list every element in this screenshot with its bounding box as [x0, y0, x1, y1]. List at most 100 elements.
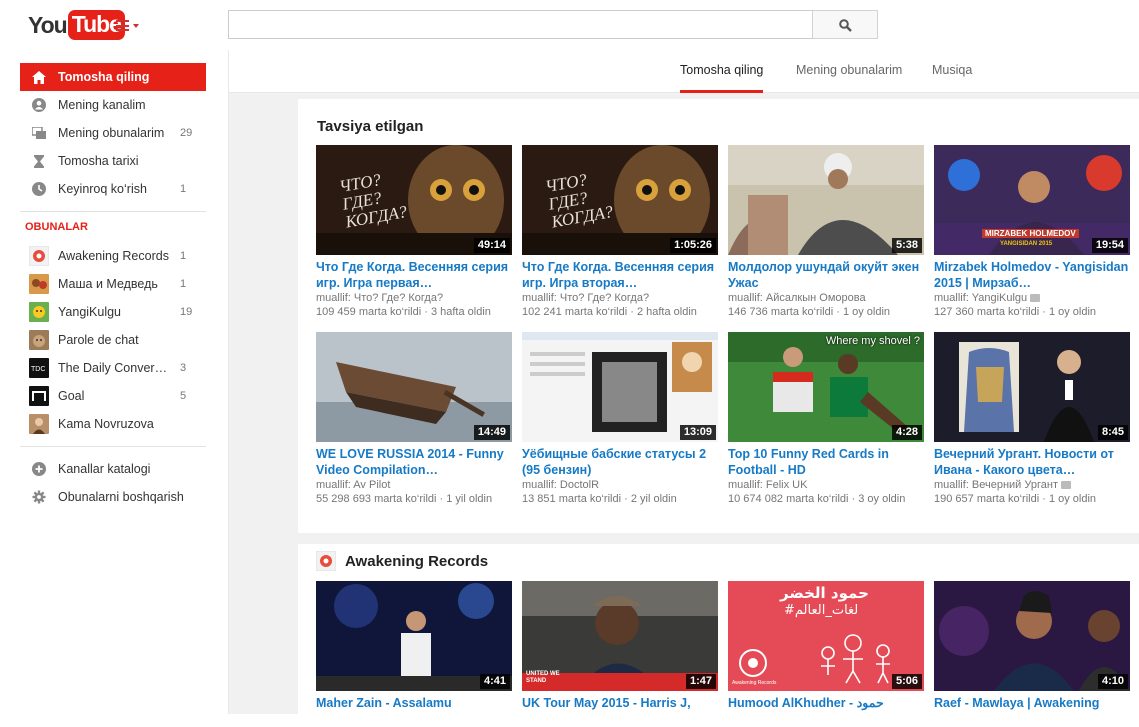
sidebar-divider [20, 446, 206, 447]
shelf-title[interactable]: Awakening Records [345, 553, 488, 570]
video-thumbnail[interactable]: MIRZABEK HOLMEDOV YANGISIDAN 2015 19:54 [934, 145, 1130, 255]
tab-music[interactable]: Musiqa [932, 63, 972, 93]
video-title-link[interactable]: Raef - Mawlaya | Awakening [934, 695, 1130, 727]
video-age: 1 oy oldin [1048, 306, 1097, 318]
sidebar-item-count: 1 [180, 183, 187, 195]
video-author[interactable]: muallif: Что? Где? Когда? [522, 291, 718, 305]
sidebar-item-my-channel[interactable]: Mening kanalim [20, 91, 206, 119]
video-title-link[interactable]: WE LOVE RUSSIA 2014 - Funny Video Compil… [316, 446, 512, 478]
sidebar-item-label: Kanallar katalogi [58, 462, 151, 476]
sidebar-channel-parole[interactable]: Parole de chat [20, 326, 206, 354]
video-views: 109 459 marta ko‘rildi [316, 306, 422, 318]
sidebar-channel-awakening[interactable]: Awakening Records 1 [20, 242, 206, 270]
video-duration: 19:54 [1091, 238, 1128, 253]
sidebar-item-watch-later[interactable]: Keyinroq ko‘rish 1 [20, 175, 206, 203]
sidebar-item-count: 5 [180, 390, 187, 402]
video-card: ЧТО? ГДЕ? КОГДА? 49:14 Что Где Когда. Ве… [316, 145, 512, 319]
sidebar-item-channel-catalog[interactable]: Kanallar katalogi [20, 455, 206, 483]
video-thumbnail[interactable]: 8:45 [934, 332, 1130, 442]
subscriptions-heading[interactable]: OBUNALAR [25, 221, 88, 233]
video-author[interactable]: muallif: Айсалкын Оморова [728, 291, 924, 305]
video-title-link[interactable]: Mirzabek Holmedov - Yangisidan 2015 | Ми… [934, 259, 1130, 291]
video-stats: 13 851 marta ko‘rildi · 2 yil oldin [522, 493, 677, 505]
video-duration: 49:14 [473, 238, 510, 253]
sidebar-item-subscriptions[interactable]: Mening obunalarim 29 [20, 119, 206, 147]
video-author[interactable]: muallif: Av Pilot [316, 478, 512, 492]
video-title-link[interactable]: Уёбищные бабские статусы 2 (95 бензин) [522, 446, 718, 478]
video-views: 55 298 693 marta ko‘rildi [316, 493, 437, 505]
sidebar-item-label: Obunalarni boshqarish [58, 490, 184, 504]
video-thumbnail[interactable]: 4:41 [316, 581, 512, 691]
subscriptions-icon [20, 127, 58, 139]
sidebar-channel-goal[interactable]: Goal 5 [20, 382, 206, 410]
sidebar-channel-masha[interactable]: Маша и Медведь 1 [20, 270, 206, 298]
sidebar-item-count: 29 [180, 127, 193, 139]
sidebar-item-watch[interactable]: Tomosha qiling [20, 63, 206, 91]
video-age: 1 yil oldin [446, 493, 493, 505]
video-title-link[interactable]: Что Где Когда. Весенняя серия игр. Игра … [316, 259, 512, 291]
sidebar-item-label: Tomosha tarixi [58, 154, 139, 168]
video-title-link[interactable]: Maher Zain - Assalamu [316, 695, 512, 727]
thumbnail-overlay-text: حمود الخضر [780, 584, 869, 602]
video-thumbnail[interactable]: 5:38 [728, 145, 924, 255]
video-card: 13:09 Уёбищные бабские статусы 2 (95 бен… [522, 332, 718, 506]
video-author[interactable]: muallif: Что? Где? Когда? [316, 291, 512, 305]
video-views: 102 241 marta ko‘rildi [522, 306, 628, 318]
video-thumbnail[interactable]: حمود الخضر #لغات_العالم Awakening Record… [728, 581, 924, 691]
video-title-link[interactable]: Что Где Когда. Весенняя серия игр. Игра … [522, 259, 718, 291]
youtube-logo[interactable]: You Tube [28, 10, 125, 40]
video-age: 2 hafta oldin [636, 306, 697, 318]
hamburger-icon [116, 20, 129, 31]
sidebar-item-label: Awakening Records [58, 249, 169, 263]
video-title-link[interactable]: Top 10 Funny Red Cards in Football - HD [728, 446, 924, 478]
video-title-link[interactable]: UK Tour May 2015 - Harris J, [522, 695, 718, 727]
video-title-link[interactable]: Humood AlKhudher - حمود [728, 695, 924, 727]
video-thumbnail[interactable]: ЧТО? ГДЕ? КОГДА? 1:05:26 [522, 145, 718, 255]
video-thumbnail[interactable]: Where my shovel ? 4:28 [728, 332, 924, 442]
sidebar-channel-daily-conversation[interactable]: TDC The Daily Conver… 3 [20, 354, 206, 382]
sidebar-item-count: 3 [180, 362, 187, 374]
video-author[interactable]: muallif: DoctolR [522, 478, 718, 492]
sidebar-item-label: Keyinroq ko‘rish [58, 182, 147, 196]
guide-menu-button[interactable] [114, 18, 142, 34]
video-author[interactable]: muallif: Felix UK [728, 478, 924, 492]
video-title-link[interactable]: Молдолор ушундай окуйт экен Ужас [728, 259, 924, 291]
video-card: Where my shovel ? 4:28 Top 10 Funny Red … [728, 332, 924, 506]
sidebar-item-label: Mening obunalarim [58, 126, 165, 140]
svg-text:TDC: TDC [31, 366, 45, 373]
video-author[interactable]: muallif: Вечерний Ургант [934, 479, 1058, 491]
feed-tabs: Tomosha qiling Mening obunalarim Musiqa [229, 50, 1139, 93]
sidebar-channel-kama[interactable]: Kama Novruzova [20, 410, 206, 438]
video-card: ЧТО? ГДЕ? КОГДА? 1:05:26 Что Где Когда. … [522, 145, 718, 319]
video-title-link[interactable]: Вечерний Ургант. Новости от Ивана - Како… [934, 446, 1130, 478]
channel-avatar[interactable] [315, 550, 337, 576]
video-card: 8:45 Вечерний Ургант. Новости от Ивана -… [934, 332, 1130, 506]
home-icon [20, 70, 58, 84]
video-thumbnail[interactable]: UNITED WE STAND 1:47 [522, 581, 718, 691]
sidebar-channel-yangikulgu[interactable]: YangiKulgu 19 [20, 298, 206, 326]
video-duration: 8:45 [1097, 425, 1128, 440]
video-stats: 190 657 marta ko‘rildi · 1 oy oldin [934, 493, 1097, 505]
video-card: 14:49 WE LOVE RUSSIA 2014 - Funny Video … [316, 332, 512, 506]
search-input[interactable] [228, 10, 813, 39]
video-stats: 146 736 marta ko‘rildi · 1 oy oldin [728, 306, 891, 318]
caret-down-icon [133, 24, 139, 28]
masthead: You Tube [0, 0, 1139, 50]
video-views: 10 674 082 marta ko‘rildi [728, 493, 849, 505]
video-card: حمود الخضر #لغات_العالم Awakening Record… [728, 581, 924, 727]
tab-watch[interactable]: Tomosha qiling [680, 63, 764, 93]
user-icon [20, 98, 58, 112]
video-age: 1 oy oldin [1048, 493, 1097, 505]
tab-my-subscriptions[interactable]: Mening obunalarim [796, 63, 902, 93]
sidebar-item-history[interactable]: Tomosha tarixi [20, 147, 206, 175]
main-content: Tomosha qiling Mening obunalarim Musiqa … [228, 50, 1139, 714]
video-thumbnail[interactable]: ЧТО? ГДЕ? КОГДА? 49:14 [316, 145, 512, 255]
video-stats: 109 459 marta ko‘rildi · 3 hafta oldin [316, 306, 491, 318]
video-author[interactable]: muallif: YangiKulgu [934, 292, 1027, 304]
sidebar-item-manage-subscriptions[interactable]: Obunalarni boshqarish [20, 483, 206, 511]
video-thumbnail[interactable]: 13:09 [522, 332, 718, 442]
search-button[interactable] [812, 10, 878, 39]
video-thumbnail[interactable]: 14:49 [316, 332, 512, 442]
video-thumbnail[interactable]: 4:10 [934, 581, 1130, 691]
channel-avatar [20, 386, 58, 406]
